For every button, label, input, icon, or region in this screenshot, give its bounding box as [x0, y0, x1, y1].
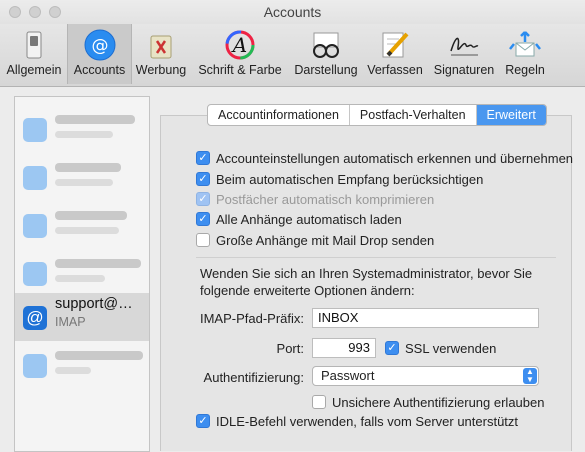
trash-icon	[145, 29, 177, 61]
title-bar: Accounts	[0, 0, 585, 24]
toolbar-item-regeln[interactable]: Regeln	[500, 24, 550, 84]
glasses-icon	[310, 29, 342, 61]
settings-tabs: Accountinformationen Postfach-Verhalten …	[207, 104, 547, 126]
tab-postfach-verhalten[interactable]: Postfach-Verhalten	[350, 105, 477, 125]
toolbar-item-schrift-farbe[interactable]: A Schrift & Farbe	[193, 24, 287, 84]
account-list-item-selected[interactable]: @ support@… IMAP	[15, 293, 149, 341]
account-icon	[23, 262, 47, 286]
account-icon	[23, 214, 47, 238]
admin-note: Wenden Sie sich an Ihren Systemadministr…	[200, 266, 533, 298]
account-list-item[interactable]	[15, 105, 149, 153]
account-icon	[23, 354, 47, 378]
download-attachments-checkbox[interactable]: ✓	[196, 212, 210, 226]
download-attachments-option[interactable]: ✓ Alle Anhänge automatisch laden	[196, 210, 402, 228]
auth-select-value: Passwort	[321, 368, 375, 383]
mail-drop-checkbox[interactable]	[196, 233, 210, 247]
imap-prefix-label: IMAP-Pfad-Präfix:	[199, 311, 304, 326]
account-icon	[23, 118, 47, 142]
toolbar-item-verfassen[interactable]: Verfassen	[364, 24, 426, 84]
account-list-item[interactable]	[15, 249, 149, 297]
divider	[196, 257, 556, 258]
account-list-item[interactable]	[15, 201, 149, 249]
toolbar-item-darstellung[interactable]: Darstellung	[290, 24, 362, 84]
compress-mailboxes-checkbox: ✓	[196, 192, 210, 206]
idle-option[interactable]: ✓ IDLE-Befehl verwenden, falls vom Serve…	[196, 412, 518, 430]
ssl-option[interactable]: ✓ SSL verwenden	[385, 339, 496, 357]
signature-icon	[448, 29, 480, 61]
tab-erweitert[interactable]: Erweitert	[476, 105, 546, 125]
switch-icon	[18, 29, 50, 61]
mail-drop-option[interactable]: Große Anhänge mit Mail Drop senden	[196, 231, 434, 249]
toolbar-item-accounts[interactable]: @ Accounts	[67, 24, 132, 84]
port-field[interactable]: 993	[312, 338, 376, 358]
toolbar-item-signaturen[interactable]: Signaturen	[430, 24, 498, 84]
rules-icon	[509, 29, 541, 61]
at-icon: @	[23, 306, 47, 330]
account-icon	[23, 166, 47, 190]
toolbar-item-allgemein[interactable]: Allgemein	[2, 24, 66, 84]
compress-mailboxes-option: ✓ Postfächer automatisch komprimieren	[196, 190, 434, 208]
auth-select[interactable]: Passwort ▲ ▼	[312, 366, 539, 386]
ssl-checkbox[interactable]: ✓	[385, 341, 399, 355]
idle-checkbox[interactable]: ✓	[196, 414, 210, 428]
imap-prefix-field[interactable]: INBOX	[312, 308, 539, 328]
account-list[interactable]: @ support@… IMAP	[14, 96, 150, 452]
include-auto-fetch-checkbox[interactable]: ✓	[196, 172, 210, 186]
account-type: IMAP	[55, 315, 86, 329]
tab-accountinformationen[interactable]: Accountinformationen	[208, 105, 350, 125]
port-label: Port:	[276, 341, 304, 356]
svg-text:@: @	[91, 36, 108, 56]
include-auto-fetch-option[interactable]: ✓ Beim automatischen Empfang berücksicht…	[196, 170, 483, 188]
svg-text:A: A	[231, 33, 247, 57]
insecure-auth-option[interactable]: Unsichere Authentifizierung erlauben	[312, 393, 544, 411]
account-name: support@…	[55, 296, 133, 312]
window-title: Accounts	[263, 4, 322, 20]
insecure-auth-checkbox[interactable]	[312, 395, 326, 409]
chevron-updown-icon: ▲ ▼	[523, 368, 537, 384]
font-icon: A	[224, 29, 256, 61]
auto-detect-option[interactable]: ✓ Accounteinstellungen automatisch erken…	[196, 149, 573, 167]
account-list-item[interactable]	[15, 153, 149, 201]
at-icon: @	[84, 29, 116, 61]
pencil-icon	[379, 29, 411, 61]
preferences-toolbar: Allgemein @ Accounts Werbung A Schrift &…	[0, 24, 585, 87]
auth-label: Authentifizierung:	[203, 370, 304, 385]
account-list-item[interactable]	[15, 341, 149, 389]
toolbar-item-werbung[interactable]: Werbung	[133, 24, 189, 84]
auto-detect-checkbox[interactable]: ✓	[196, 151, 210, 165]
